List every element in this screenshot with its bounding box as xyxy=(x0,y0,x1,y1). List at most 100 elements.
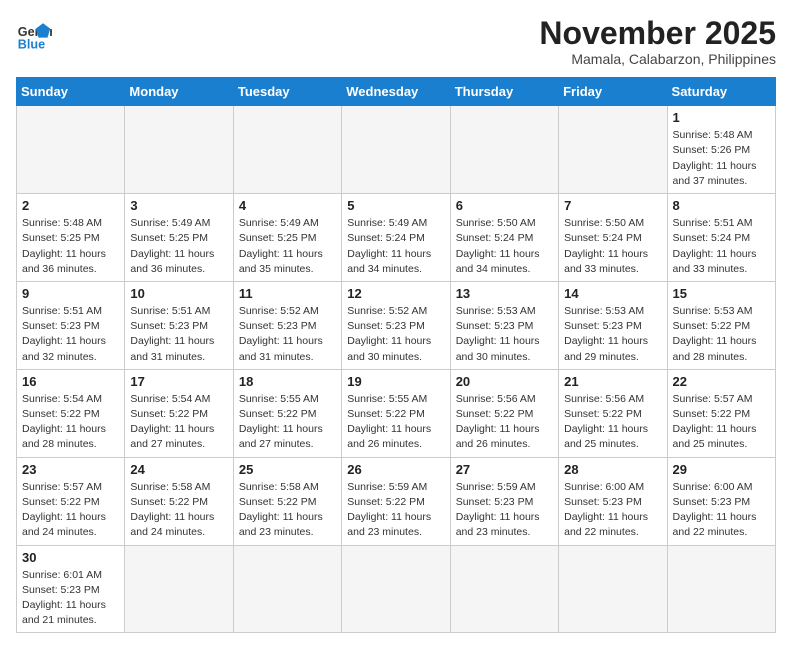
day-number: 7 xyxy=(564,198,661,213)
calendar-cell xyxy=(125,545,233,633)
calendar-cell: 3 Sunrise: 5:49 AMSunset: 5:25 PMDaylight… xyxy=(125,194,233,282)
day-info: Sunrise: 5:56 AMSunset: 5:22 PMDaylight:… xyxy=(456,392,553,453)
day-info: Sunrise: 5:49 AMSunset: 5:25 PMDaylight:… xyxy=(130,216,227,277)
day-info: Sunrise: 5:53 AMSunset: 5:23 PMDaylight:… xyxy=(564,304,661,365)
day-number: 22 xyxy=(673,374,770,389)
title-area: November 2025 Mamala, Calabarzon, Philip… xyxy=(539,16,776,67)
day-number: 23 xyxy=(22,462,119,477)
calendar-cell: 17 Sunrise: 5:54 AMSunset: 5:22 PMDayligh… xyxy=(125,369,233,457)
day-info: Sunrise: 5:49 AMSunset: 5:24 PMDaylight:… xyxy=(347,216,444,277)
day-number: 8 xyxy=(673,198,770,213)
month-title: November 2025 xyxy=(539,16,776,51)
day-number: 16 xyxy=(22,374,119,389)
calendar-cell xyxy=(233,545,341,633)
day-number: 1 xyxy=(673,110,770,125)
calendar-week-5: 23 Sunrise: 5:57 AMSunset: 5:22 PMDayligh… xyxy=(17,457,776,545)
day-info: Sunrise: 5:57 AMSunset: 5:22 PMDaylight:… xyxy=(22,480,119,541)
calendar-cell: 8 Sunrise: 5:51 AMSunset: 5:24 PMDaylight… xyxy=(667,194,775,282)
calendar-cell: 19 Sunrise: 5:55 AMSunset: 5:22 PMDayligh… xyxy=(342,369,450,457)
calendar-cell: 4Sunrise: 5:49 AMSunset: 5:25 PMDaylight… xyxy=(233,194,341,282)
day-number: 19 xyxy=(347,374,444,389)
header: General Blue November 2025 Mamala, Calab… xyxy=(16,16,776,67)
calendar-cell: 25 Sunrise: 5:58 AMSunset: 5:22 PMDayligh… xyxy=(233,457,341,545)
calendar-cell: 28 Sunrise: 6:00 AMSunset: 5:23 PMDayligh… xyxy=(559,457,667,545)
calendar-cell xyxy=(342,106,450,194)
day-number: 28 xyxy=(564,462,661,477)
day-number: 4 xyxy=(239,198,336,213)
weekday-header-sunday: Sunday xyxy=(17,78,125,106)
weekday-header-wednesday: Wednesday xyxy=(342,78,450,106)
day-number: 3 xyxy=(130,198,227,213)
day-info: Sunrise: 6:01 AMSunset: 5:23 PMDaylight:… xyxy=(22,568,119,629)
calendar-cell: 29 Sunrise: 6:00 AMSunset: 5:23 PMDayligh… xyxy=(667,457,775,545)
calendar-cell xyxy=(559,106,667,194)
calendar-cell: 15Sunrise: 5:53 AMSunset: 5:22 PMDayligh… xyxy=(667,281,775,369)
day-info: Sunrise: 5:54 AMSunset: 5:22 PMDaylight:… xyxy=(130,392,227,453)
calendar-cell: 30 Sunrise: 6:01 AMSunset: 5:23 PMDayligh… xyxy=(17,545,125,633)
calendar-cell: 26 Sunrise: 5:59 AMSunset: 5:22 PMDayligh… xyxy=(342,457,450,545)
day-info: Sunrise: 6:00 AMSunset: 5:23 PMDaylight:… xyxy=(564,480,661,541)
calendar-cell xyxy=(450,545,558,633)
calendar-cell xyxy=(17,106,125,194)
day-number: 10 xyxy=(130,286,227,301)
day-info: Sunrise: 5:48 AMSunset: 5:25 PMDaylight:… xyxy=(22,216,119,277)
day-info: Sunrise: 5:50 AMSunset: 5:24 PMDaylight:… xyxy=(456,216,553,277)
calendar-cell: 16 Sunrise: 5:54 AMSunset: 5:22 PMDayligh… xyxy=(17,369,125,457)
calendar-cell: 9Sunrise: 5:51 AMSunset: 5:23 PMDaylight… xyxy=(17,281,125,369)
calendar-week-2: 2 Sunrise: 5:48 AMSunset: 5:25 PMDaylight… xyxy=(17,194,776,282)
calendar-body: 1 Sunrise: 5:48 AMSunset: 5:26 PMDaylight… xyxy=(17,106,776,633)
calendar-table: SundayMondayTuesdayWednesdayThursdayFrid… xyxy=(16,77,776,633)
calendar-cell: 7 Sunrise: 5:50 AMSunset: 5:24 PMDaylight… xyxy=(559,194,667,282)
logo: General Blue xyxy=(16,16,52,52)
day-info: Sunrise: 5:59 AMSunset: 5:23 PMDaylight:… xyxy=(456,480,553,541)
day-info: Sunrise: 5:58 AMSunset: 5:22 PMDaylight:… xyxy=(239,480,336,541)
calendar-cell: 24 Sunrise: 5:58 AMSunset: 5:22 PMDayligh… xyxy=(125,457,233,545)
day-info: Sunrise: 5:57 AMSunset: 5:22 PMDaylight:… xyxy=(673,392,770,453)
day-info: Sunrise: 5:52 AMSunset: 5:23 PMDaylight:… xyxy=(239,304,336,365)
svg-text:Blue: Blue xyxy=(18,37,45,51)
calendar-week-3: 9Sunrise: 5:51 AMSunset: 5:23 PMDaylight… xyxy=(17,281,776,369)
day-number: 5 xyxy=(347,198,444,213)
calendar-cell: 6 Sunrise: 5:50 AMSunset: 5:24 PMDaylight… xyxy=(450,194,558,282)
calendar-cell xyxy=(667,545,775,633)
calendar-cell xyxy=(125,106,233,194)
day-info: Sunrise: 5:58 AMSunset: 5:22 PMDaylight:… xyxy=(130,480,227,541)
day-info: Sunrise: 5:51 AMSunset: 5:24 PMDaylight:… xyxy=(673,216,770,277)
day-number: 29 xyxy=(673,462,770,477)
day-number: 25 xyxy=(239,462,336,477)
calendar-cell: 12Sunrise: 5:52 AMSunset: 5:23 PMDayligh… xyxy=(342,281,450,369)
calendar-cell: 13Sunrise: 5:53 AMSunset: 5:23 PMDayligh… xyxy=(450,281,558,369)
day-number: 11 xyxy=(239,286,336,301)
day-number: 2 xyxy=(22,198,119,213)
day-number: 14 xyxy=(564,286,661,301)
day-info: Sunrise: 5:54 AMSunset: 5:22 PMDaylight:… xyxy=(22,392,119,453)
calendar-cell xyxy=(450,106,558,194)
day-info: Sunrise: 6:00 AMSunset: 5:23 PMDaylight:… xyxy=(673,480,770,541)
day-number: 17 xyxy=(130,374,227,389)
calendar-cell: 18Sunrise: 5:55 AMSunset: 5:22 PMDayligh… xyxy=(233,369,341,457)
generalblue-logo-icon: General Blue xyxy=(16,16,52,52)
day-info: Sunrise: 5:55 AMSunset: 5:22 PMDaylight:… xyxy=(347,392,444,453)
calendar-cell: 27Sunrise: 5:59 AMSunset: 5:23 PMDayligh… xyxy=(450,457,558,545)
day-number: 24 xyxy=(130,462,227,477)
day-info: Sunrise: 5:52 AMSunset: 5:23 PMDaylight:… xyxy=(347,304,444,365)
calendar-cell: 20 Sunrise: 5:56 AMSunset: 5:22 PMDayligh… xyxy=(450,369,558,457)
weekday-header-saturday: Saturday xyxy=(667,78,775,106)
day-number: 13 xyxy=(456,286,553,301)
day-number: 18 xyxy=(239,374,336,389)
day-info: Sunrise: 5:48 AMSunset: 5:26 PMDaylight:… xyxy=(673,128,770,189)
day-number: 20 xyxy=(456,374,553,389)
calendar-week-4: 16 Sunrise: 5:54 AMSunset: 5:22 PMDayligh… xyxy=(17,369,776,457)
day-number: 6 xyxy=(456,198,553,213)
calendar-cell: 14 Sunrise: 5:53 AMSunset: 5:23 PMDayligh… xyxy=(559,281,667,369)
day-number: 30 xyxy=(22,550,119,565)
day-number: 26 xyxy=(347,462,444,477)
calendar-cell: 10Sunrise: 5:51 AMSunset: 5:23 PMDayligh… xyxy=(125,281,233,369)
calendar-cell: 21Sunrise: 5:56 AMSunset: 5:22 PMDayligh… xyxy=(559,369,667,457)
location-title: Mamala, Calabarzon, Philippines xyxy=(539,51,776,67)
calendar-cell: 11 Sunrise: 5:52 AMSunset: 5:23 PMDayligh… xyxy=(233,281,341,369)
calendar-cell xyxy=(342,545,450,633)
day-number: 9 xyxy=(22,286,119,301)
day-info: Sunrise: 5:59 AMSunset: 5:22 PMDaylight:… xyxy=(347,480,444,541)
day-info: Sunrise: 5:50 AMSunset: 5:24 PMDaylight:… xyxy=(564,216,661,277)
